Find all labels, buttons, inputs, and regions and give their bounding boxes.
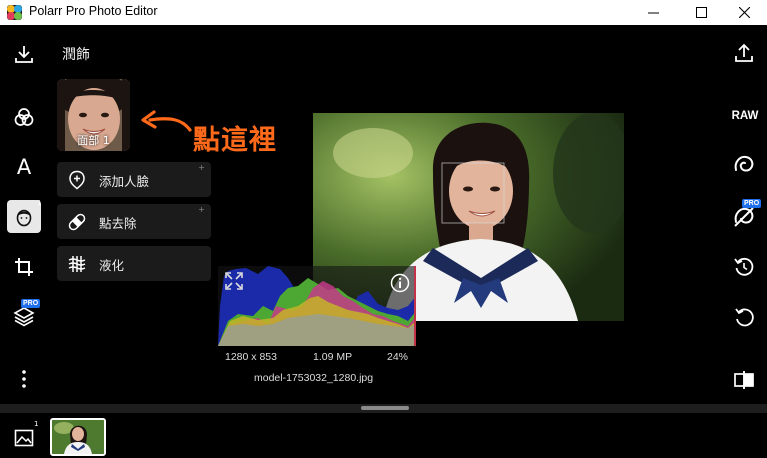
zoom-level: 24% bbox=[387, 351, 409, 363]
histogram bbox=[218, 266, 416, 346]
undo-icon bbox=[735, 308, 754, 327]
window-title: Polarr Pro Photo Editor bbox=[29, 4, 158, 18]
raw-label: RAW bbox=[731, 110, 759, 122]
close-button[interactable] bbox=[721, 0, 767, 25]
auto-enhance-pro-badge: PRO bbox=[742, 199, 762, 208]
face-count-badge: 1 bbox=[37, 199, 42, 207]
panel-title: 潤飾 bbox=[62, 47, 90, 63]
text-button[interactable]: A bbox=[11, 154, 37, 180]
compare-button[interactable] bbox=[731, 367, 757, 393]
download-icon bbox=[15, 46, 33, 63]
liquify-label: 液化 bbox=[99, 258, 125, 273]
spiral-button[interactable] bbox=[731, 152, 757, 178]
liquify-button[interactable]: 液化 bbox=[57, 246, 211, 281]
layers-icon bbox=[13, 307, 35, 327]
face-thumbnail[interactable]: 面部 1 bbox=[57, 79, 130, 151]
gallery-icon bbox=[14, 429, 34, 447]
filmstrip-thumbnail-image bbox=[52, 420, 104, 454]
filters-icon bbox=[14, 108, 34, 126]
face-retouch-button[interactable] bbox=[7, 200, 41, 233]
export-icon bbox=[735, 43, 753, 62]
gallery-count-badge: 1 bbox=[34, 420, 39, 428]
add-face-button[interactable]: 添加人臉 + bbox=[57, 162, 211, 197]
spot-removal-label: 點去除 bbox=[99, 216, 137, 231]
compare-icon bbox=[734, 371, 754, 389]
histogram-chart bbox=[218, 266, 416, 346]
more-button[interactable] bbox=[11, 367, 37, 391]
add-face-plus: + bbox=[198, 163, 205, 172]
export-button[interactable] bbox=[731, 40, 757, 66]
raw-button[interactable]: RAW bbox=[731, 106, 759, 126]
undo-button[interactable] bbox=[731, 304, 757, 330]
liquify-icon bbox=[68, 256, 86, 272]
minimize-icon bbox=[647, 12, 659, 14]
filmstrip-drag-handle[interactable] bbox=[361, 406, 409, 410]
maximize-button[interactable] bbox=[678, 0, 724, 25]
crop-button[interactable] bbox=[11, 255, 37, 279]
face-label: 面部 1 bbox=[77, 134, 110, 147]
info-icon[interactable] bbox=[390, 273, 410, 293]
filters-button[interactable] bbox=[11, 105, 37, 129]
auto-enhance-icon bbox=[734, 207, 754, 227]
spiral-icon bbox=[734, 155, 754, 172]
add-face-icon bbox=[69, 170, 85, 190]
filmstrip-thumbnail[interactable] bbox=[50, 418, 106, 456]
close-icon bbox=[738, 7, 750, 18]
image-filename: model-1753032_1280.jpg bbox=[254, 372, 374, 384]
download-button[interactable] bbox=[11, 42, 37, 66]
title-bar: Polarr Pro Photo Editor bbox=[0, 0, 767, 25]
image-megapixels: 1.09 MP bbox=[313, 351, 353, 363]
expand-icon[interactable] bbox=[225, 272, 243, 290]
image-resolution: 1280 x 853 bbox=[225, 351, 277, 363]
gallery-button[interactable] bbox=[13, 427, 35, 449]
history-icon bbox=[734, 257, 754, 276]
text-icon: A bbox=[16, 155, 32, 179]
maximize-icon bbox=[695, 7, 707, 18]
crop-icon bbox=[15, 258, 33, 276]
annotation-arrow-icon bbox=[141, 110, 192, 132]
history-button[interactable] bbox=[731, 254, 757, 280]
app-logo-icon bbox=[7, 5, 22, 20]
spot-removal-plus: + bbox=[198, 205, 205, 214]
bandage-icon bbox=[68, 213, 86, 231]
spot-removal-button[interactable]: 點去除 + bbox=[57, 204, 211, 239]
more-icon bbox=[22, 370, 26, 388]
layers-pro-badge: PRO bbox=[21, 299, 41, 308]
annotation-text: 點這裡 bbox=[193, 125, 277, 156]
add-face-label: 添加人臉 bbox=[99, 174, 150, 189]
face-icon bbox=[16, 209, 32, 226]
minimize-button[interactable] bbox=[630, 0, 676, 25]
